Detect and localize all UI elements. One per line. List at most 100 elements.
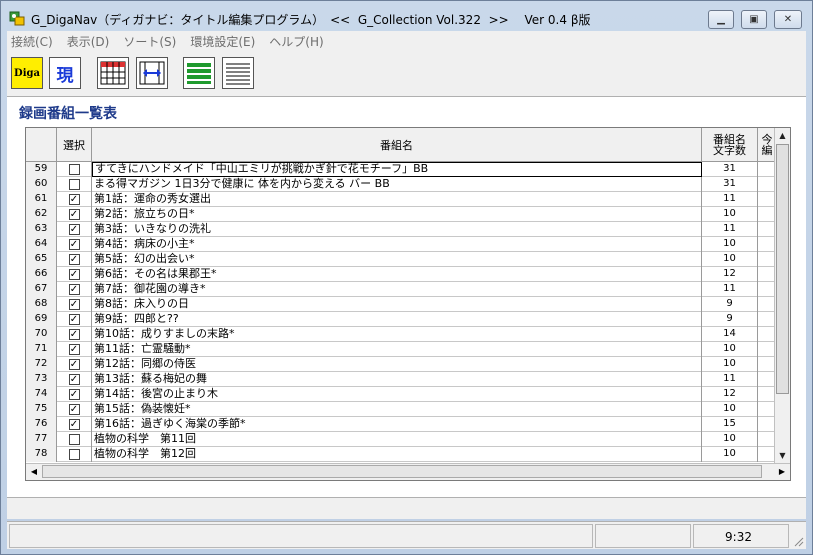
program-name-cell[interactable]: 第6話：その名は果郡王*	[92, 267, 702, 282]
program-name-cell[interactable]: 第11話：亡霊騒動*	[92, 342, 702, 357]
select-checkbox[interactable]: ✓	[68, 314, 80, 325]
name-length-cell: 12	[702, 387, 758, 402]
program-name-cell[interactable]: 第8話：床入りの日	[92, 297, 702, 312]
plain-lines-button[interactable]	[222, 57, 254, 89]
table-row[interactable]: 69 ✓ 第9話：四郎と?? 9	[26, 312, 776, 327]
table-row[interactable]: 78 植物の科学 第12回 10	[26, 447, 776, 462]
table-row[interactable]: 63 ✓ 第3話：いきなりの洗礼 11	[26, 222, 776, 237]
select-checkbox[interactable]: ✓	[68, 359, 80, 370]
header-length[interactable]: 番組名 文字数	[702, 128, 758, 162]
resize-grip-icon[interactable]	[792, 535, 804, 547]
green-lines-button[interactable]	[183, 57, 215, 89]
select-checkbox[interactable]: ✓	[68, 224, 80, 235]
program-name-cell[interactable]: 植物の科学 第12回	[92, 447, 702, 462]
row-number: 59	[26, 162, 57, 177]
program-name-cell[interactable]: 第7話：御花園の導き*	[92, 282, 702, 297]
select-checkbox[interactable]: ✓	[68, 389, 80, 400]
vertical-scrollbar[interactable]: ▲ ▼	[774, 128, 790, 464]
column-width-button[interactable]	[136, 57, 168, 89]
select-checkbox[interactable]: ✓	[68, 344, 80, 355]
name-length-cell: 10	[702, 342, 758, 357]
horizontal-scroll-thumb[interactable]	[42, 465, 762, 478]
select-checkbox[interactable]	[68, 449, 80, 460]
program-name-cell[interactable]: 第9話：四郎と??	[92, 312, 702, 327]
table-row[interactable]: 59 すてきにハンドメイド「中山エミリが挑戦かぎ針で花モチーフ」BB 31	[26, 162, 776, 177]
scroll-up-icon[interactable]: ▲	[775, 128, 790, 144]
header-length-line2: 文字数	[713, 144, 746, 157]
select-checkbox[interactable]: ✓	[68, 329, 80, 340]
select-checkbox[interactable]: ✓	[68, 404, 80, 415]
table-row[interactable]: 70 ✓ 第10話：成りすましの末路* 14	[26, 327, 776, 342]
table-row[interactable]: 65 ✓ 第5話：幻の出会い* 10	[26, 252, 776, 267]
row-number: 74	[26, 387, 57, 402]
horizontal-scrollbar[interactable]: ◀ ▶	[26, 463, 790, 480]
program-name-cell[interactable]: 第15話：偽装懐妊*	[92, 402, 702, 417]
select-checkbox[interactable]: ✓	[68, 239, 80, 250]
select-checkbox[interactable]: ✓	[68, 284, 80, 295]
header-select[interactable]: 選択	[57, 128, 92, 162]
table-row[interactable]: 68 ✓ 第8話：床入りの日 9	[26, 297, 776, 312]
title-bar[interactable]: G_DigaNav（ディガナビ：タイトル編集プログラム） << G_Collec…	[1, 1, 812, 31]
program-name-cell[interactable]: 第1話：運命の秀女選出	[92, 192, 702, 207]
vertical-scroll-thumb[interactable]	[776, 144, 789, 394]
table-row[interactable]: 71 ✓ 第11話：亡霊騒動* 10	[26, 342, 776, 357]
scroll-left-icon[interactable]: ◀	[26, 464, 42, 480]
program-name-cell[interactable]: 植物の科学 第11回	[92, 432, 702, 447]
status-time: 9:32	[725, 530, 752, 544]
select-checkbox[interactable]: ✓	[68, 209, 80, 220]
menu-view[interactable]: 表示(D)	[67, 33, 110, 50]
close-button[interactable]: ✕	[774, 10, 802, 29]
select-checkbox[interactable]	[68, 434, 80, 445]
select-checkbox[interactable]: ✓	[68, 254, 80, 265]
menu-connect[interactable]: 接続(C)	[11, 33, 53, 50]
select-cell: ✓	[57, 387, 92, 402]
scroll-down-icon[interactable]: ▼	[775, 448, 790, 464]
maximize-icon: ▣	[749, 14, 759, 25]
menu-sort[interactable]: ソート(S)	[123, 33, 176, 50]
table-row[interactable]: 62 ✓ 第2話：旅立ちの日* 10	[26, 207, 776, 222]
program-name-cell[interactable]: 第14話：後宮の止まり木	[92, 387, 702, 402]
table-row[interactable]: 75 ✓ 第15話：偽装懐妊* 10	[26, 402, 776, 417]
program-name-cell[interactable]: 第2話：旅立ちの日*	[92, 207, 702, 222]
diga-button[interactable]: Diga	[11, 57, 43, 89]
select-checkbox[interactable]	[68, 179, 80, 190]
program-name-cell[interactable]: 第3話：いきなりの洗礼	[92, 222, 702, 237]
program-name-cell[interactable]: すてきにハンドメイド「中山エミリが挑戦かぎ針で花モチーフ」BB	[92, 162, 702, 177]
table-row[interactable]: 74 ✓ 第14話：後宮の止まり木 12	[26, 387, 776, 402]
table-row[interactable]: 73 ✓ 第13話：蘇る梅妃の舞 11	[26, 372, 776, 387]
program-name-cell[interactable]: 第13話：蘇る梅妃の舞	[92, 372, 702, 387]
select-checkbox[interactable]: ✓	[68, 269, 80, 280]
header-program-name[interactable]: 番組名	[92, 128, 702, 162]
select-cell: ✓	[57, 372, 92, 387]
scroll-right-icon[interactable]: ▶	[774, 464, 790, 480]
select-checkbox[interactable]: ✓	[68, 419, 80, 430]
select-cell: ✓	[57, 237, 92, 252]
maximize-button[interactable]: ▣	[741, 10, 767, 29]
table-row[interactable]: 61 ✓ 第1話：運命の秀女選出 11	[26, 192, 776, 207]
name-length-cell: 10	[702, 432, 758, 447]
program-name-cell[interactable]: まる得マガジン 1日3分で健康に 体を内から変える バー BB	[92, 177, 702, 192]
menu-help[interactable]: ヘルプ(H)	[269, 33, 323, 50]
table-row[interactable]: 76 ✓ 第16話：過ぎゆく海棠の季節* 15	[26, 417, 776, 432]
menu-settings[interactable]: 環境設定(E)	[190, 33, 255, 50]
row-number: 67	[26, 282, 57, 297]
program-name-cell[interactable]: 第16話：過ぎゆく海棠の季節*	[92, 417, 702, 432]
program-name-cell[interactable]: 第4話：病床の小主*	[92, 237, 702, 252]
table-row[interactable]: 66 ✓ 第6話：その名は果郡王* 12	[26, 267, 776, 282]
select-checkbox[interactable]	[68, 164, 80, 175]
grid-view-button[interactable]	[97, 57, 129, 89]
current-button[interactable]: 現	[49, 57, 81, 89]
select-checkbox[interactable]: ✓	[68, 374, 80, 385]
minimize-button[interactable]: ▁	[708, 10, 734, 29]
table-row[interactable]: 72 ✓ 第12話：同郷の侍医 10	[26, 357, 776, 372]
program-name-cell[interactable]: 第10話：成りすましの末路*	[92, 327, 702, 342]
program-name-cell[interactable]: 第12話：同郷の侍医	[92, 357, 702, 372]
row-number: 76	[26, 417, 57, 432]
table-row[interactable]: 77 植物の科学 第11回 10	[26, 432, 776, 447]
select-checkbox[interactable]: ✓	[68, 194, 80, 205]
table-row[interactable]: 64 ✓ 第4話：病床の小主* 10	[26, 237, 776, 252]
table-row[interactable]: 67 ✓ 第7話：御花園の導き* 11	[26, 282, 776, 297]
program-name-cell[interactable]: 第5話：幻の出会い*	[92, 252, 702, 267]
select-checkbox[interactable]: ✓	[68, 299, 80, 310]
table-row[interactable]: 60 まる得マガジン 1日3分で健康に 体を内から変える バー BB 31	[26, 177, 776, 192]
